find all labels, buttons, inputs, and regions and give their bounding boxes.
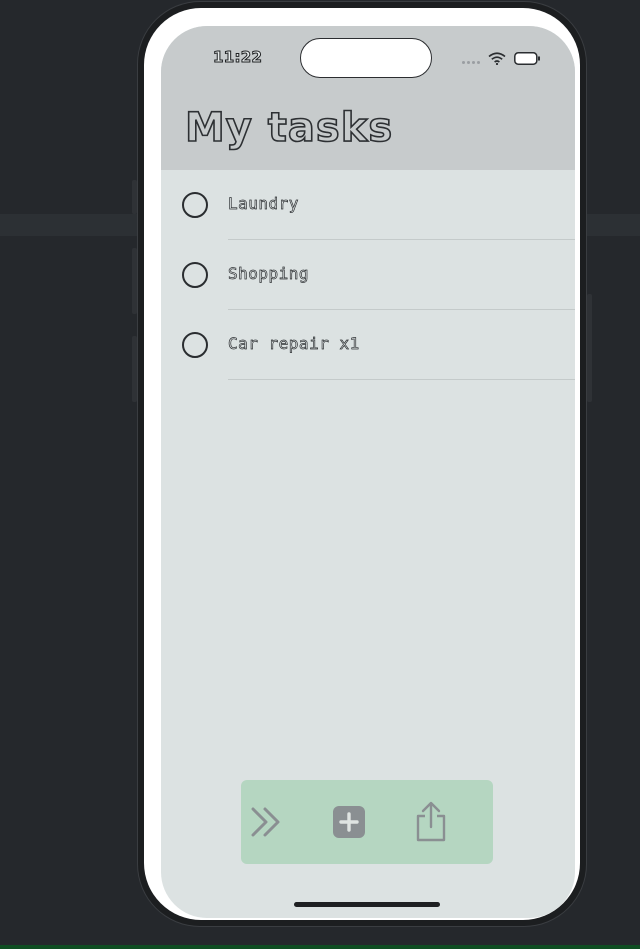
task-label[interactable]: Shopping [228,264,309,284]
task-label[interactable]: Car repair x1 [228,334,360,354]
task-checkbox[interactable] [182,192,208,218]
bottom-edge-line [0,945,640,949]
volume-up-button [132,248,137,314]
page-title: My tasks [184,104,394,152]
task-list: Laundry Shopping Car repair x1 [161,170,575,380]
mute-switch [132,180,137,214]
status-time: 11:22 [212,48,263,67]
app-screen: 11:22 My tasks Laundry Shopping Car repa… [161,26,575,918]
desktop-background: 11:22 My tasks Laundry Shopping Car repa… [0,0,640,949]
cellular-dots-icon [462,61,480,64]
phone-bezel: 11:22 My tasks Laundry Shopping Car repa… [144,8,580,920]
chevrons-right-icon[interactable] [243,798,291,846]
volume-down-button [132,336,137,402]
task-checkbox[interactable] [182,262,208,288]
task-row: Shopping [161,240,575,310]
dynamic-island [300,38,432,78]
task-row: Car repair x1 [161,310,575,380]
phone-frame: 11:22 My tasks Laundry Shopping Car repa… [132,2,592,926]
wifi-icon [488,50,506,69]
share-icon[interactable] [407,798,455,846]
task-row: Laundry [161,170,575,240]
home-indicator[interactable] [294,902,440,907]
plus-square-icon[interactable] [325,798,373,846]
status-icons [462,50,541,69]
row-divider [228,379,575,380]
task-label[interactable]: Laundry [228,194,299,214]
bottom-toolbar [241,780,493,864]
task-checkbox[interactable] [182,332,208,358]
power-button [587,294,592,402]
battery-icon [514,50,541,69]
